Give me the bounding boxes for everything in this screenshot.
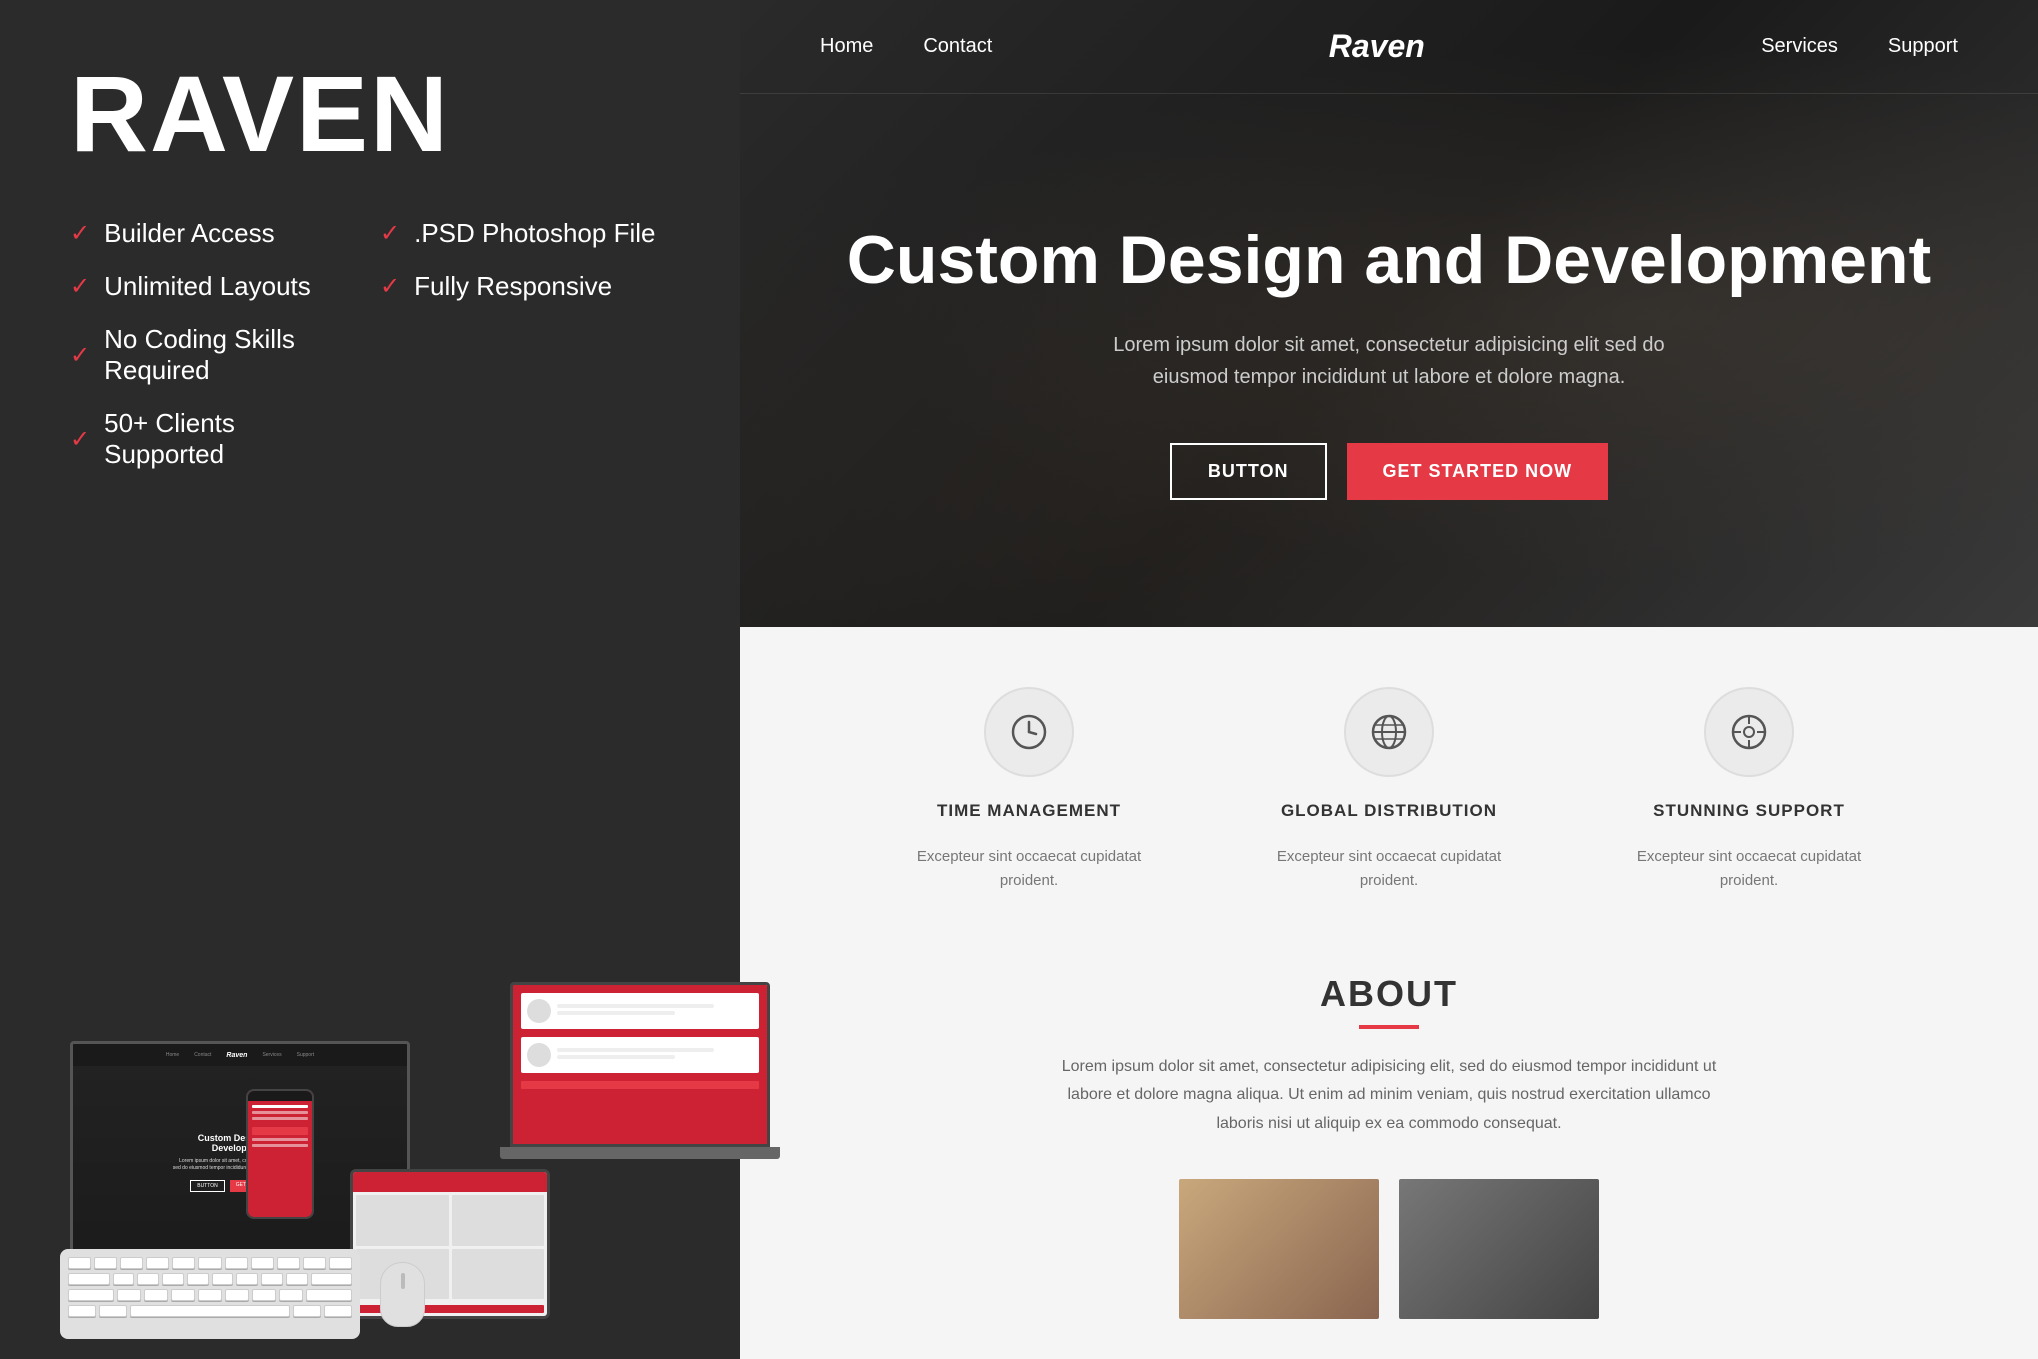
hero-subtitle: Lorem ipsum dolor sit amet, consectetur … [1089,329,1689,393]
feature-clients: ✓ 50+ Clients Supported [70,408,360,470]
laptop-bottom [500,1147,780,1159]
check-icon-5: ✓ [380,219,400,248]
hero-buttons: BUTTON GET STARTED NOW [1170,443,1608,500]
feature-label-3: No Coding Skills Required [104,324,360,386]
phone-body [246,1089,314,1219]
service-time-management: TIME MANAGEMENT Excepteur sint occaecat … [909,687,1149,893]
nav-link-services[interactable]: Services [1761,35,1838,58]
feature-responsive: ✓ Fully Responsive [380,271,670,302]
feature-psd: ✓ .PSD Photoshop File [380,218,670,249]
feature-label-4: 50+ Clients Supported [104,408,360,470]
nav-link-support[interactable]: Support [1888,35,1958,58]
about-images [900,1179,1878,1319]
laptop-red-bar [521,1081,759,1089]
laptop-card-2 [521,1037,759,1073]
service-stunning-support: STUNNING SUPPORT Excepteur sint occaecat… [1629,687,1869,893]
check-icon-6: ✓ [380,272,400,301]
feature-label-5: .PSD Photoshop File [414,218,655,249]
stunning-support-icon [1704,687,1794,777]
feature-label-2: Unlimited Layouts [104,271,311,302]
right-hero: Home Contact Raven Services Support Cust… [740,0,2038,627]
service-global-distribution: GLOBAL DISTRIBUTION Excepteur sint occae… [1269,687,1509,893]
nav-left: Home Contact [820,35,992,58]
mouse-mockup [380,1262,425,1327]
feature-label-1: Builder Access [104,218,275,249]
tablet-cell-2 [452,1195,545,1246]
global-distribution-icon [1344,687,1434,777]
about-text: Lorem ipsum dolor sit amet, consectetur … [1049,1053,1729,1139]
feature-no-coding: ✓ No Coding Skills Required [70,324,360,386]
avatar-1 [527,999,551,1023]
check-icon-4: ✓ [70,425,90,454]
time-management-icon [984,687,1074,777]
laptop-content [513,985,767,1144]
check-icon-2: ✓ [70,272,90,301]
about-section: ABOUT Lorem ipsum dolor sit amet, consec… [820,943,1958,1319]
tablet-header [353,1172,547,1192]
monitor-nav: Home Contact Raven Services Support [73,1044,407,1066]
laptop-screen [510,982,770,1147]
hero-btn-outline[interactable]: BUTTON [1170,443,1327,500]
nav-link-home[interactable]: Home [820,35,873,58]
phone-content [248,1101,312,1217]
phone-mockup [240,1089,320,1219]
time-management-desc: Excepteur sint occaecat cupidatat proide… [909,845,1149,893]
laptop-mockup [480,982,800,1159]
check-icon-1: ✓ [70,219,90,248]
hero-btn-red[interactable]: GET STARTED NOW [1347,443,1609,500]
about-underline [1359,1025,1419,1029]
brand-title: RAVEN [70,60,670,168]
avatar-2 [527,1043,551,1067]
global-distribution-name: GLOBAL DISTRIBUTION [1281,801,1497,821]
services-section: TIME MANAGEMENT Excepteur sint occaecat … [740,627,2038,1359]
stunning-support-desc: Excepteur sint occaecat cupidatat proide… [1629,845,1869,893]
feature-label-6: Fully Responsive [414,271,612,302]
check-icon-3: ✓ [70,341,90,370]
hero-title: Custom Design and Development [847,221,1931,299]
laptop-card-1 [521,993,759,1029]
about-image-2 [1399,1179,1599,1319]
right-panel: Home Contact Raven Services Support Cust… [740,0,2038,1359]
nav-right: Services Support [1761,35,1958,58]
about-image-1 [1179,1179,1379,1319]
right-nav: Home Contact Raven Services Support [740,0,2038,94]
devices-area: Home Contact Raven Services Support Cust… [0,509,740,1359]
about-title: ABOUT [900,973,1878,1015]
keyboard-mockup [60,1249,360,1339]
hero-content: Custom Design and Development Lorem ipsu… [740,94,2038,627]
monitor-btn-outline[interactable]: BUTTON [190,1180,224,1192]
keyboard-mouse-area [60,1249,425,1339]
feature-unlimited-layouts: ✓ Unlimited Layouts [70,271,360,302]
features-list: ✓ Builder Access ✓ .PSD Photoshop File ✓… [70,218,670,470]
stunning-support-name: STUNNING SUPPORT [1653,801,1845,821]
tablet-cell-4 [452,1249,545,1300]
nav-link-contact[interactable]: Contact [923,35,992,58]
global-distribution-desc: Excepteur sint occaecat cupidatat proide… [1269,845,1509,893]
time-management-name: TIME MANAGEMENT [937,801,1121,821]
monitor-brand: Raven [226,1052,247,1059]
left-panel: RAVEN ✓ Builder Access ✓ .PSD Photoshop … [0,0,740,1359]
feature-builder-access: ✓ Builder Access [70,218,360,249]
tablet-cell-1 [356,1195,449,1246]
services-row: TIME MANAGEMENT Excepteur sint occaecat … [909,687,1869,893]
nav-brand: Raven [1329,28,1425,65]
phone-bar [248,1091,312,1101]
phone-screen [248,1091,312,1217]
